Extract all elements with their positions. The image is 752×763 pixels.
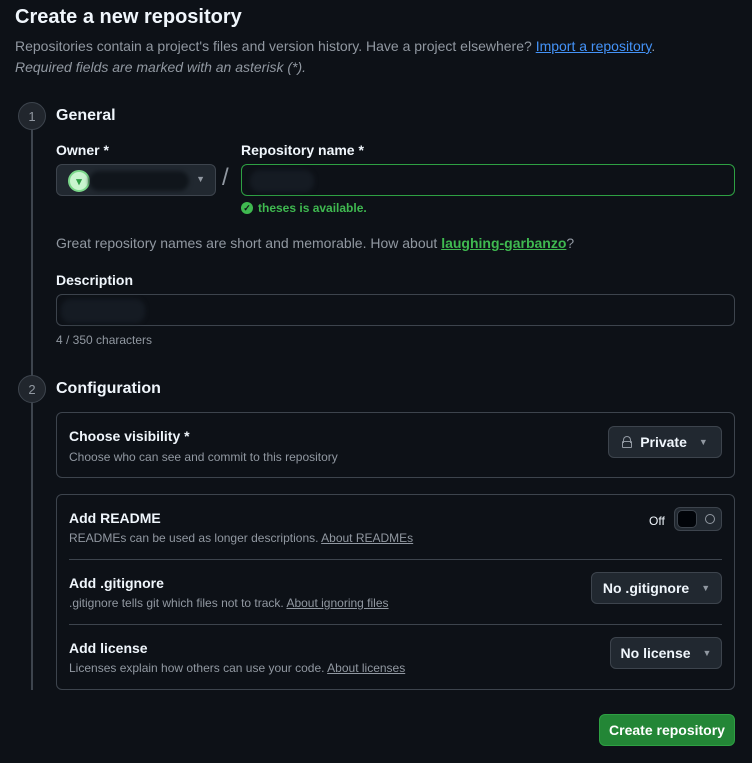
configuration-heading: Configuration bbox=[56, 380, 161, 397]
intro-line: Repositories contain a project's files a… bbox=[15, 36, 655, 57]
chevron-down-icon: ▼ bbox=[702, 648, 712, 658]
repo-name-input[interactable] bbox=[241, 164, 735, 196]
license-title: Add license bbox=[69, 640, 148, 656]
step-1-circle: 1 bbox=[18, 102, 46, 130]
name-suggestion: Great repository names are short and mem… bbox=[56, 235, 574, 251]
options-box: Add README READMEs can be used as longer… bbox=[56, 494, 735, 690]
about-ignoring-files-link[interactable]: About ignoring files bbox=[286, 596, 388, 610]
repo-name-label: Repository name * bbox=[241, 142, 364, 158]
license-subtitle: Licenses explain how others can use your… bbox=[69, 661, 405, 675]
toggle-knob bbox=[677, 510, 697, 528]
owner-repo-separator: / bbox=[222, 164, 229, 191]
suggestion-suffix: ? bbox=[566, 235, 575, 251]
intro: Repositories contain a project's files a… bbox=[15, 36, 655, 78]
license-dropdown[interactable]: No license ▼ bbox=[610, 637, 722, 669]
description-label: Description bbox=[56, 272, 134, 288]
chevron-down-icon: ▼ bbox=[196, 174, 205, 184]
visibility-value: Private bbox=[640, 434, 687, 450]
repo-name-redacted bbox=[250, 170, 314, 192]
about-readmes-link[interactable]: About READMEs bbox=[321, 531, 413, 545]
description-char-count: 4 / 350 characters bbox=[56, 333, 153, 347]
visibility-subtitle: Choose who can see and commit to this re… bbox=[69, 450, 338, 464]
create-repository-button[interactable]: Create repository bbox=[599, 714, 735, 746]
visibility-dropdown[interactable]: Private ▼ bbox=[608, 426, 722, 458]
off-circle-icon bbox=[705, 514, 715, 524]
readme-toggle-label: Off bbox=[649, 514, 665, 528]
import-repository-link[interactable]: Import a repository bbox=[536, 38, 652, 54]
suggestion-prefix: Great repository names are short and mem… bbox=[56, 235, 442, 251]
step-2-circle: 2 bbox=[18, 375, 46, 403]
availability-text: theses is available. bbox=[258, 201, 367, 215]
check-circle-icon: ✓ bbox=[241, 202, 253, 214]
lock-icon bbox=[622, 436, 633, 448]
readme-subtitle: READMEs can be used as longer descriptio… bbox=[69, 531, 413, 545]
timeline-line bbox=[31, 128, 33, 690]
divider bbox=[69, 559, 722, 560]
chevron-down-icon: ▼ bbox=[698, 437, 708, 447]
owner-name-redacted bbox=[89, 171, 189, 191]
general-heading: General bbox=[56, 107, 116, 124]
owner-dropdown[interactable]: ▾ ▼ bbox=[56, 164, 216, 196]
readme-toggle[interactable] bbox=[674, 507, 722, 531]
license-value: No license bbox=[620, 645, 691, 661]
description-input[interactable] bbox=[56, 294, 735, 326]
readme-title: Add README bbox=[69, 510, 161, 526]
required-note: Required fields are marked with an aster… bbox=[15, 59, 307, 75]
readme-subtitle-text: READMEs can be used as longer descriptio… bbox=[69, 531, 322, 545]
gitignore-subtitle-text: .gitignore tells git which files not to … bbox=[69, 596, 287, 610]
intro-text: Repositories contain a project's files a… bbox=[15, 38, 536, 54]
license-subtitle-text: Licenses explain how others can use your… bbox=[69, 661, 328, 675]
gitignore-title: Add .gitignore bbox=[69, 575, 164, 591]
chevron-down-icon: ▼ bbox=[701, 583, 711, 593]
about-licenses-link[interactable]: About licenses bbox=[327, 661, 405, 675]
visibility-title: Choose visibility * bbox=[69, 428, 190, 444]
owner-avatar: ▾ bbox=[68, 170, 90, 192]
description-redacted bbox=[61, 299, 145, 323]
divider bbox=[69, 624, 722, 625]
gitignore-value: No .gitignore bbox=[602, 580, 690, 596]
owner-label: Owner * bbox=[56, 142, 109, 158]
availability-message: ✓ theses is available. bbox=[241, 201, 367, 215]
page-title: Create a new repository bbox=[15, 6, 242, 28]
gitignore-dropdown[interactable]: No .gitignore ▼ bbox=[591, 572, 722, 604]
intro-period: . bbox=[651, 38, 656, 54]
gitignore-subtitle: .gitignore tells git which files not to … bbox=[69, 596, 389, 610]
visibility-box: Choose visibility * Choose who can see a… bbox=[56, 412, 735, 478]
suggested-name-link[interactable]: laughing-garbanzo bbox=[441, 235, 566, 251]
